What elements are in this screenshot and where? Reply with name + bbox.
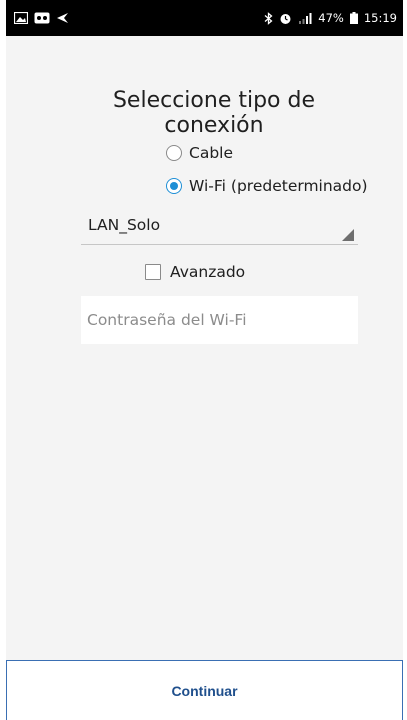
image-icon [14, 12, 28, 24]
status-bar-left [14, 12, 69, 24]
network-select[interactable]: LAN_Solo [81, 212, 358, 245]
alarm-icon [279, 12, 292, 25]
dropdown-arrow-icon [342, 229, 354, 241]
status-bar: 47% 15:19 [6, 0, 403, 36]
radio-cable-label: Cable [189, 144, 234, 162]
radio-wifi-label: Wi-Fi (predeterminado) [189, 177, 368, 195]
voicemail-icon [34, 12, 50, 24]
radio-wifi[interactable]: Wi-Fi (predeterminado) [166, 177, 368, 195]
wifi-password-input[interactable] [81, 296, 358, 344]
app-screen: 47% 15:19 Seleccione tipo de conexión Ca… [0, 0, 407, 720]
bluetooth-icon [264, 11, 273, 25]
status-bar-right: 47% 15:19 [264, 11, 397, 25]
network-select-value: LAN_Solo [88, 216, 161, 234]
send-icon [56, 12, 69, 24]
radio-button-unchecked[interactable] [166, 145, 182, 161]
battery-percentage: 47% [318, 11, 344, 25]
phone-display: 47% 15:19 Seleccione tipo de conexión Ca… [6, 0, 403, 720]
advanced-checkbox[interactable] [145, 264, 161, 280]
signal-icon [298, 12, 312, 24]
continue-button[interactable]: Continuar [6, 660, 403, 720]
radio-cable[interactable]: Cable [166, 144, 233, 162]
status-time: 15:19 [363, 11, 397, 25]
advanced-checkbox-row[interactable]: Avanzado [145, 263, 245, 281]
radio-button-checked[interactable] [166, 178, 182, 194]
page-title: Seleccione tipo de conexión [112, 88, 316, 138]
battery-icon [349, 12, 358, 24]
advanced-checkbox-label: Avanzado [170, 263, 246, 281]
